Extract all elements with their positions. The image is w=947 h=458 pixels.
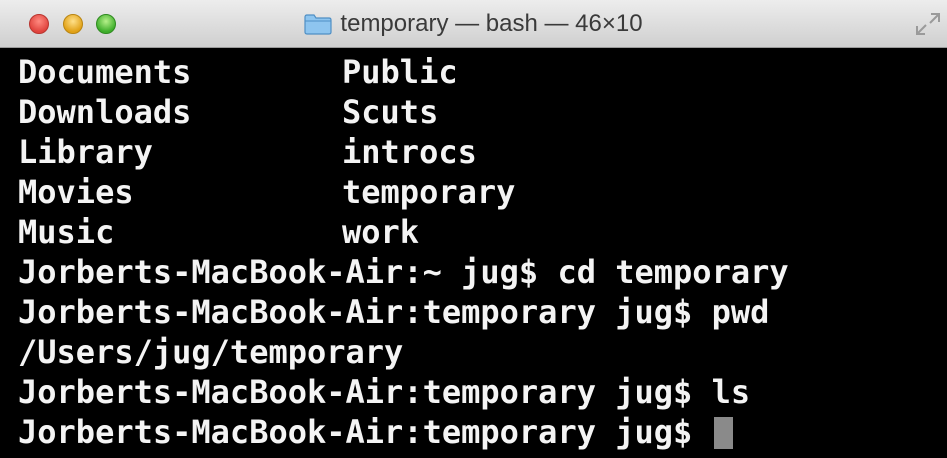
window-title-area: temporary — bash — 46×10	[0, 0, 947, 48]
listing-item: Downloads	[18, 93, 192, 131]
terminal-line: Jorberts-MacBook-Air:~ jug$ cd temporary	[18, 253, 789, 291]
prompt-line[interactable]: Jorberts-MacBook-Air:temporary jug$	[18, 412, 733, 452]
listing-item: Documents	[18, 53, 192, 91]
terminal-line: Jorberts-MacBook-Air:temporary jug$ pwd	[18, 293, 770, 331]
window-title: temporary — bash — 46×10	[340, 10, 643, 37]
listing-item: Library	[18, 133, 153, 171]
terminal-line: Jorberts-MacBook-Air:temporary jug$ ls	[18, 373, 751, 411]
title-bar[interactable]: temporary — bash — 46×10	[0, 0, 947, 48]
terminal-content[interactable]: Documents Public Downloads Scuts Library…	[0, 48, 947, 458]
listing-item: Music	[18, 213, 115, 251]
terminal-line: /Users/jug/temporary	[18, 333, 404, 371]
listing-item: temporary	[342, 173, 516, 211]
listing-item: introcs	[342, 133, 477, 171]
folder-icon	[304, 14, 333, 35]
listing-item: Public	[342, 53, 458, 91]
fullscreen-icon[interactable]	[915, 12, 941, 36]
listing-item: work	[342, 213, 420, 251]
text-cursor	[713, 417, 733, 449]
prompt-text: Jorberts-MacBook-Air:temporary jug$	[18, 413, 712, 451]
listing-item: Scuts	[342, 93, 439, 131]
terminal-window: temporary — bash — 46×10 Documents Publi…	[0, 0, 947, 458]
listing-item: Movies	[18, 173, 134, 211]
